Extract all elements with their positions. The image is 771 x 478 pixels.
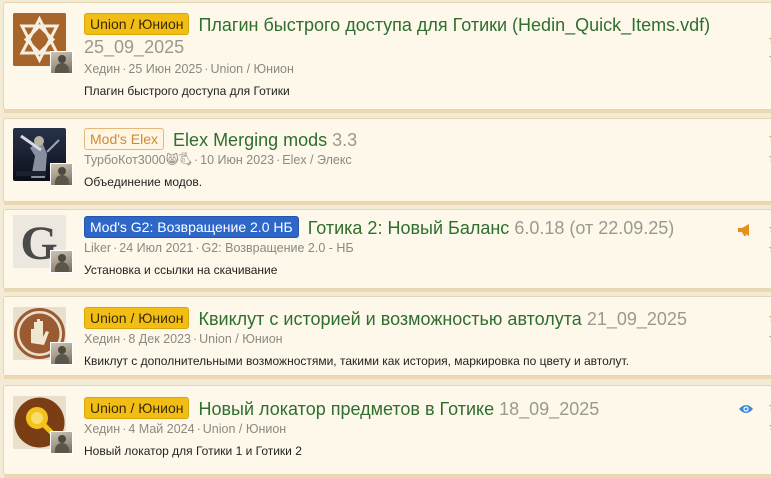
resource-meta: Хедин · 4 Май 2024 · Union / Юнион — [84, 422, 287, 436]
resource-row[interactable]: Union / Юнион Квиклут с историей и возмо… — [3, 296, 771, 379]
resource-description: Квиклут с дополнительными возможностями,… — [84, 354, 630, 368]
resource-title-link[interactable]: Квиклут с историей и возможностью автолу… — [198, 309, 581, 329]
author-link[interactable]: Хедин — [84, 332, 120, 346]
category-badge[interactable]: Mod's G2: Возвращение 2.0 НБ — [84, 216, 299, 238]
resource-version: 6.0.18 (от 22.09.25) — [514, 218, 675, 238]
author-link[interactable]: ТурбоКот3000😸🖏 — [84, 153, 192, 167]
category-link[interactable]: Elex / Элекс — [282, 153, 351, 167]
author-avatar[interactable] — [50, 342, 73, 365]
resource-title-link[interactable]: Elex Merging mods — [173, 130, 327, 150]
resource-date: 10 Июн 2023 — [200, 153, 275, 167]
author-link[interactable]: Хедин — [84, 62, 120, 76]
author-avatar[interactable] — [50, 51, 73, 74]
author-avatar[interactable] — [50, 431, 73, 454]
category-badge[interactable]: Union / Юнион — [84, 307, 190, 329]
category-badge[interactable]: Mod's Elex — [84, 128, 165, 150]
resource-description: Объединение модов. — [84, 175, 203, 189]
resource-version: 18_09_2025 — [499, 399, 600, 419]
category-badge[interactable]: Union / Юнион — [84, 397, 190, 419]
resource-row[interactable]: Mod's Elex Elex Merging mods 3.3 ТурбоКо… — [3, 118, 771, 205]
resource-meta: Хедин · 25 Июн 2025 · Union / Юнион — [84, 62, 294, 76]
author-avatar[interactable] — [50, 250, 73, 273]
resource-row[interactable]: Union / Юнион Плагин быстрого доступа дл… — [3, 2, 771, 113]
resource-description: Установка и ссылки на скачивание — [84, 263, 278, 277]
category-badge[interactable]: Union / Юнион — [84, 13, 190, 35]
resource-row[interactable]: G Mod's G2: Возвращение 2.0 НБ Готика 2:… — [3, 209, 771, 292]
resource-row[interactable]: Union / Юнион Новый локатор предметов в … — [3, 385, 771, 478]
author-avatar[interactable] — [50, 163, 73, 186]
resource-version: 3.3 — [332, 130, 358, 150]
category-link[interactable]: G2: Возвращение 2.0 - НБ — [201, 241, 353, 255]
resource-meta: Хедин · 8 Дек 2023 · Union / Юнион — [84, 332, 283, 346]
category-link[interactable]: Union / Юнион — [203, 422, 286, 436]
resource-date: 4 Май 2024 — [128, 422, 195, 436]
resource-meta: Liker · 24 Июл 2021 · G2: Возвращение 2.0 - … — [84, 241, 354, 255]
resource-version: 25_09_2025 — [84, 37, 185, 57]
resource-description: Плагин быстрого доступа для Готики — [84, 84, 290, 98]
resource-date: 24 Июл 2021 — [119, 241, 194, 255]
resource-description: Новый локатор для Готики 1 и Готики 2 — [84, 444, 302, 458]
resource-title-link[interactable]: Новый локатор предметов в Готике — [198, 399, 494, 419]
resource-version: 21_09_2025 — [586, 309, 687, 329]
category-link[interactable]: Union / Юнион — [199, 332, 282, 346]
resource-date: 8 Дек 2023 — [128, 332, 191, 346]
author-link[interactable]: Liker — [84, 241, 111, 255]
resource-title-link[interactable]: Плагин быстрого доступа для Готики (Hedi… — [198, 15, 710, 35]
resource-title-link[interactable]: Готика 2: Новый Баланс — [308, 218, 510, 238]
megaphone-icon — [737, 223, 753, 241]
category-link[interactable]: Union / Юнион — [210, 62, 293, 76]
resource-date: 25 Июн 2025 — [128, 62, 203, 76]
resource-meta: ТурбоКот3000😸🖏 · 10 Июн 2023 · Elex / Элекс — [84, 153, 352, 167]
author-link[interactable]: Хедин — [84, 422, 120, 436]
eye-icon — [738, 403, 754, 419]
